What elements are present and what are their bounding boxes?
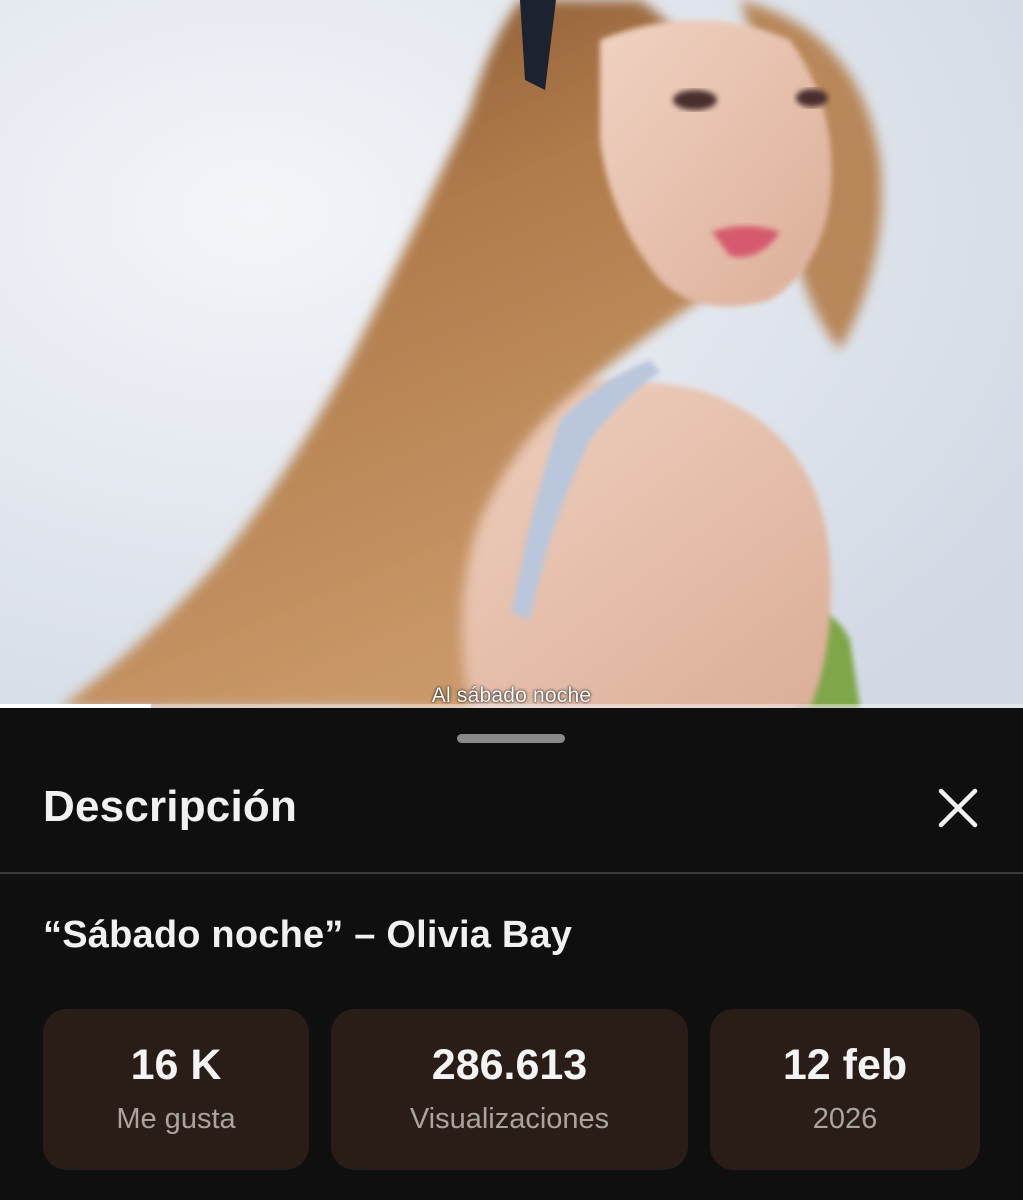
upload-year: 2026 — [812, 1103, 878, 1135]
likes-count: 16 K — [130, 1041, 222, 1089]
video-player[interactable]: Al sábado noche — [0, 0, 1023, 708]
sheet-title: Descripción — [43, 782, 298, 831]
upload-date: 12 feb — [782, 1041, 908, 1089]
video-title: “Sábado noche” – Olivia Bay — [43, 914, 573, 956]
screen: Al sábado noche Descripción “Sábado noch… — [0, 0, 1023, 1200]
close-icon — [938, 788, 978, 828]
video-frame — [0, 0, 1023, 708]
views-count: 286.613 — [431, 1041, 588, 1089]
date-stat[interactable]: 12 feb 2026 — [710, 1009, 980, 1170]
drag-handle[interactable] — [457, 734, 565, 743]
divider — [0, 872, 1023, 874]
views-stat: 286.613 Visualizaciones — [331, 1009, 688, 1170]
likes-stat: 16 K Me gusta — [43, 1009, 309, 1170]
views-label: Visualizaciones — [409, 1103, 610, 1135]
close-button[interactable] — [928, 778, 988, 838]
likes-label: Me gusta — [116, 1103, 236, 1135]
description-sheet: Descripción “Sábado noche” – Olivia Bay … — [0, 708, 1023, 1200]
